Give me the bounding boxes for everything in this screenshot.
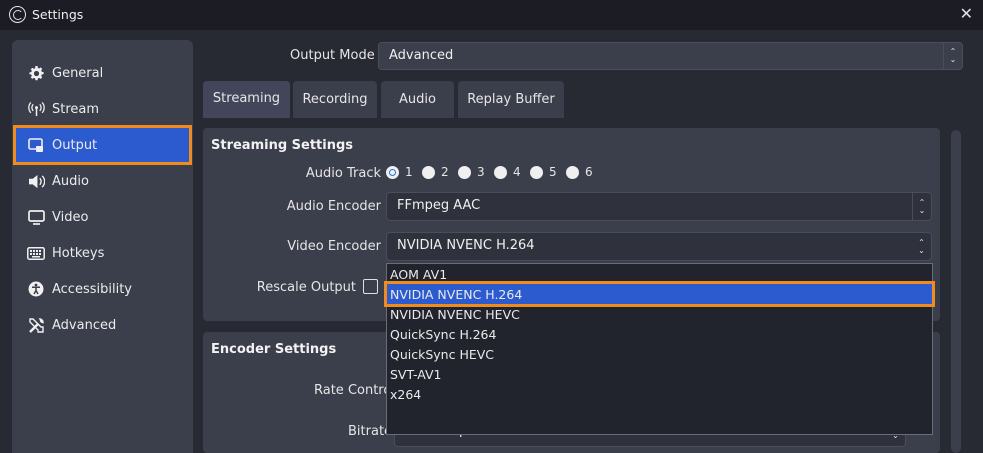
broadcast-icon: [26, 101, 46, 117]
tools-icon: [26, 317, 46, 333]
audio-encoder-label: Audio Encoder: [286, 199, 381, 214]
sidebar-item-output[interactable]: Output: [13, 125, 192, 165]
output-mode-value: Advanced: [389, 48, 454, 63]
audio-track-radio-2[interactable]: [422, 166, 435, 179]
audio-track-radio-3[interactable]: [458, 166, 471, 179]
audio-track-radios: 1 2 3 4 5 6: [386, 165, 606, 182]
radio-label: 2: [441, 165, 449, 179]
streaming-settings-title: Streaming Settings: [211, 138, 354, 153]
obs-logo-icon: [9, 6, 26, 23]
sidebar-item-label: Audio: [52, 173, 89, 189]
sidebar-item-label: Hotkeys: [52, 245, 105, 261]
tab-streaming[interactable]: Streaming: [203, 81, 290, 118]
radio-label: 1: [405, 165, 413, 179]
sidebar-item-label: Stream: [52, 101, 100, 117]
sidebar-item-label: Output: [52, 137, 98, 153]
sidebar-item-video[interactable]: Video: [16, 200, 189, 234]
sidebar-item-label: Advanced: [52, 317, 117, 333]
encoder-settings-title: Encoder Settings: [211, 342, 337, 357]
window-title: Settings: [32, 7, 84, 22]
radio-label: 6: [585, 165, 593, 179]
accessibility-icon: [26, 281, 46, 297]
output-mode-select[interactable]: Advanced ⌃ ⌄: [378, 42, 963, 70]
radio-label: 4: [513, 165, 521, 179]
gear-icon: [26, 65, 46, 81]
sidebar-item-hotkeys[interactable]: Hotkeys: [16, 236, 189, 270]
audio-track-radio-6[interactable]: [566, 166, 579, 179]
sidebar: General Stream Output Audio Video Hotkey…: [12, 40, 193, 453]
audio-track-label: Audio Track: [305, 166, 381, 181]
sidebar-item-audio[interactable]: Audio: [16, 164, 189, 198]
output-mode-label: Output Mode: [290, 48, 375, 63]
monitor-icon: [26, 209, 46, 225]
tab-replay-buffer[interactable]: Replay Buffer: [458, 81, 564, 118]
rescale-output-checkbox[interactable]: [363, 279, 378, 294]
audio-track-radio-5[interactable]: [530, 166, 543, 179]
settings-scrollbar[interactable]: [951, 130, 961, 453]
output-icon: [26, 137, 46, 153]
sidebar-item-general[interactable]: General: [16, 56, 189, 90]
settings-content: General Stream Output Audio Video Hotkey…: [0, 30, 983, 453]
radio-label: 3: [477, 165, 485, 179]
sidebar-item-label: General: [52, 65, 104, 81]
sidebar-item-label: Video: [52, 209, 89, 225]
keyboard-icon: [26, 245, 46, 261]
radio-label: 5: [549, 165, 557, 179]
spinner-arrows-icon: ⌃ ⌄: [943, 43, 962, 69]
tab-audio[interactable]: Audio: [381, 81, 454, 118]
sidebar-item-advanced[interactable]: Advanced: [16, 308, 189, 342]
tab-recording[interactable]: Recording: [293, 81, 377, 118]
speaker-icon: [26, 173, 46, 189]
audio-encoder-select[interactable]: FFmpeg AAC ⌃ ⌄: [386, 192, 932, 221]
audio-encoder-value: FFmpeg AAC: [397, 198, 481, 213]
video-encoder-dropdown: AOM AV1 NVIDIA NVENC H.264 NVIDIA NVENC …: [384, 263, 935, 435]
video-encoder-value: NVIDIA NVENC H.264: [397, 238, 535, 253]
video-encoder-label: Video Encoder: [287, 239, 381, 254]
dropdown-option-quicksync-hevc[interactable]: QuickSync HEVC: [387, 344, 932, 364]
dropdown-option-svt-av1[interactable]: SVT-AV1: [387, 364, 932, 384]
sidebar-item-label: Accessibility: [52, 281, 132, 297]
rate-control-label: Rate Contro: [314, 383, 392, 398]
dropdown-option-aom-av1[interactable]: AOM AV1: [387, 264, 932, 284]
sidebar-item-accessibility[interactable]: Accessibility: [16, 272, 189, 306]
audio-track-radio-4[interactable]: [494, 166, 507, 179]
sidebar-item-stream[interactable]: Stream: [16, 92, 189, 126]
dropdown-option-x264[interactable]: x264: [387, 384, 932, 404]
audio-track-radio-1[interactable]: [386, 166, 399, 179]
video-encoder-select[interactable]: NVIDIA NVENC H.264 ⌃ ⌄: [386, 232, 932, 261]
rescale-output-label: Rescale Output: [256, 280, 356, 295]
close-icon[interactable]: ✕: [960, 4, 973, 23]
title-bar: Settings ✕: [0, 0, 983, 30]
dropdown-option-nvenc-h264[interactable]: NVIDIA NVENC H.264: [384, 281, 935, 307]
dropdown-option-nvenc-hevc[interactable]: NVIDIA NVENC HEVC: [387, 304, 932, 324]
dropdown-option-quicksync-h264[interactable]: QuickSync H.264: [387, 324, 932, 344]
